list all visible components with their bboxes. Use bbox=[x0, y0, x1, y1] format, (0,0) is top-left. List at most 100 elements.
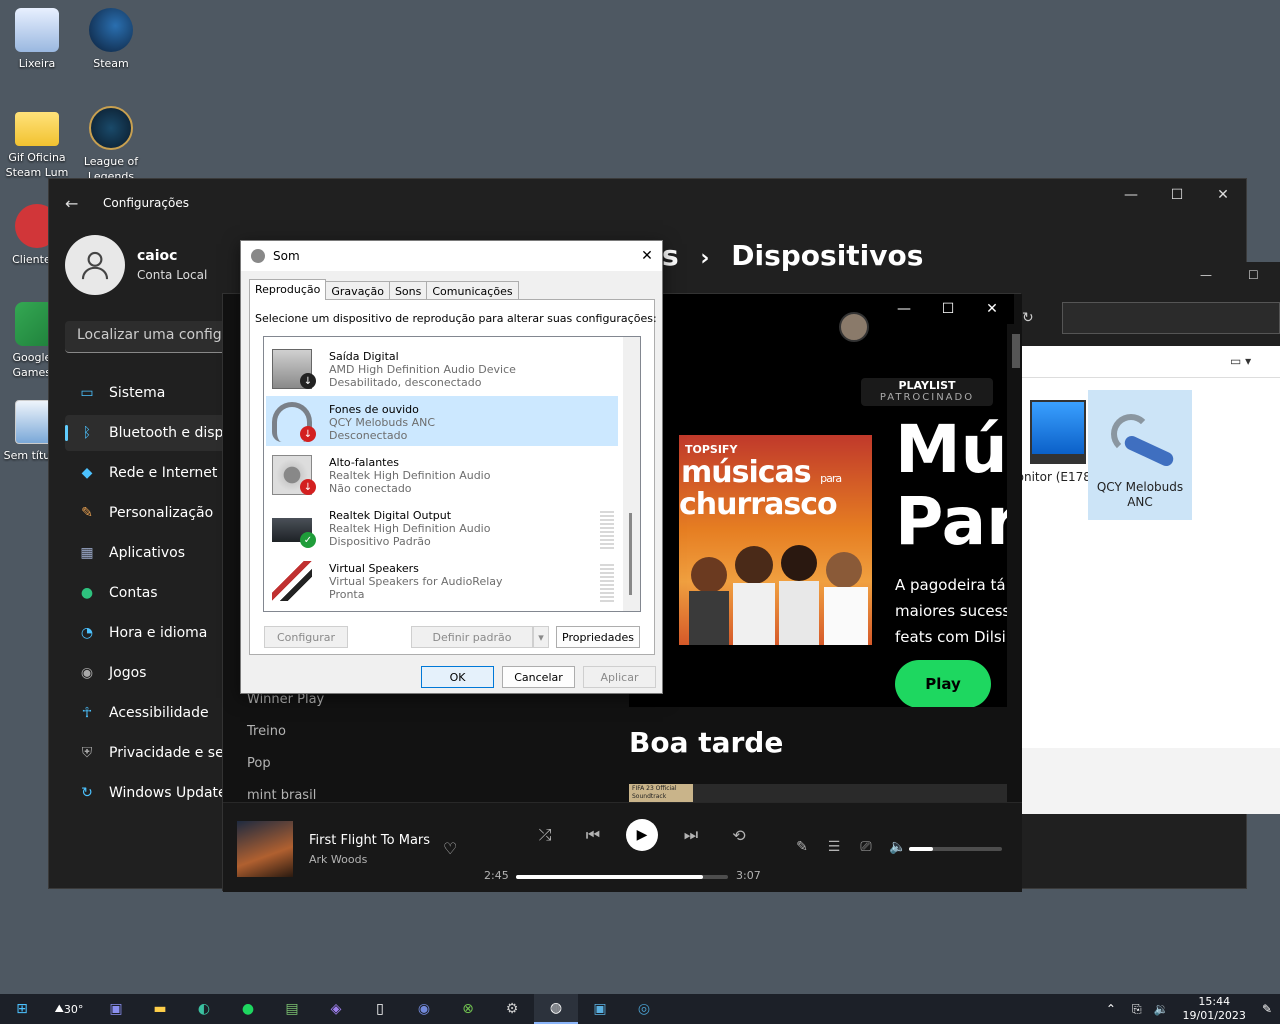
xbox-icon[interactable]: ⊗ bbox=[446, 994, 490, 1024]
league-of-legends-icon bbox=[89, 106, 133, 150]
mic-icon[interactable]: ✎ bbox=[786, 839, 818, 855]
heart-icon[interactable]: ♡ bbox=[443, 839, 457, 858]
tab-reproducao[interactable]: Reprodução bbox=[249, 279, 327, 300]
network-globe-icon[interactable]: ◎ bbox=[622, 994, 666, 1024]
back-arrow-icon[interactable]: ← bbox=[65, 194, 85, 213]
avatar[interactable] bbox=[839, 312, 869, 342]
view-icon[interactable]: ▭ ▾ bbox=[1230, 354, 1251, 368]
list-item[interactable]: ✓ Realtek Digital Output Realtek High De… bbox=[266, 502, 618, 552]
globe-clock-icon: ◔ bbox=[80, 625, 94, 641]
taskbar: ⊞ ⛰ 30° ▣ ▬ ◐ ● ▤ ◈ ▯ ◉ ⊗ ⚙ ◍ ▣ ◎ ⌃ ⎘ 🔉 1… bbox=[0, 994, 1280, 1024]
apply-button[interactable]: Aplicar bbox=[583, 666, 656, 688]
explorer-content: Monitor (E178FP) QCY Melobuds ANC bbox=[1006, 378, 1280, 748]
minimize-icon[interactable]: — bbox=[882, 294, 926, 324]
monitor-icon: ▭ bbox=[80, 385, 94, 401]
sound-app-icon[interactable]: ◍ bbox=[534, 994, 578, 1024]
previous-icon[interactable]: ⏮ bbox=[578, 825, 608, 845]
document-icon[interactable]: ▯ bbox=[358, 994, 402, 1024]
down-arrow-icon: ↓ bbox=[300, 373, 316, 389]
cancel-button[interactable]: Cancelar bbox=[502, 666, 575, 688]
progress-bar[interactable] bbox=[516, 875, 728, 879]
windows-start-icon[interactable]: ⊞ bbox=[0, 994, 44, 1024]
scrollbar[interactable] bbox=[623, 337, 640, 611]
file-explorer-icon[interactable]: ▬ bbox=[138, 994, 182, 1024]
settings-titlebar: ← Configurações bbox=[49, 179, 1246, 227]
weather-widget[interactable]: ⛰ 30° bbox=[44, 994, 94, 1024]
connect-device-icon[interactable]: ⎚ bbox=[850, 839, 882, 855]
spotify-icon[interactable]: ● bbox=[226, 994, 270, 1024]
chevron-down-icon[interactable]: ▾ bbox=[533, 626, 549, 648]
photos-icon[interactable]: ▤ bbox=[270, 994, 314, 1024]
shuffle-icon[interactable]: ⤮ bbox=[530, 825, 560, 845]
bluetooth-icon: ᛒ bbox=[82, 425, 92, 441]
volume-icon[interactable]: 🔉 bbox=[1154, 1002, 1169, 1016]
set-default-button[interactable]: Definir padrão bbox=[411, 626, 533, 648]
address-input[interactable] bbox=[1062, 302, 1280, 334]
playlist-cover[interactable]: TOPSIFY músicas para churrasco bbox=[679, 435, 872, 645]
app-icon[interactable]: ◈ bbox=[314, 994, 358, 1024]
network-icon[interactable]: ⎘ bbox=[1132, 1002, 1142, 1017]
tab-gravacao[interactable]: Gravação bbox=[325, 281, 390, 300]
person-icon bbox=[81, 251, 109, 280]
tab-sons[interactable]: Sons bbox=[388, 281, 428, 300]
audio-cable-icon bbox=[272, 561, 312, 601]
recent-card[interactable]: FIFA 23 Official Soundtrack bbox=[629, 784, 1007, 802]
play-button[interactable]: Play bbox=[895, 660, 991, 707]
monitor-icon bbox=[1030, 400, 1086, 464]
desktop-icon-recycle-bin[interactable]: Lixeira bbox=[1, 8, 73, 86]
queue-icon[interactable]: ☰ bbox=[818, 839, 850, 855]
teams-icon[interactable]: ▣ bbox=[94, 994, 138, 1024]
maximize-icon[interactable]: ☐ bbox=[1248, 268, 1259, 282]
list-item[interactable]: ↓ Fones de ouvido QCY Melobuds ANC Desco… bbox=[266, 396, 618, 446]
settings-title: Configurações bbox=[103, 196, 189, 210]
repeat-icon[interactable]: ⟲ bbox=[724, 826, 754, 845]
check-icon: ✓ bbox=[300, 532, 316, 548]
close-icon[interactable]: ✕ bbox=[1200, 179, 1246, 211]
minimize-icon[interactable]: — bbox=[1108, 179, 1154, 211]
playlist-title: Mús Para bbox=[895, 411, 1007, 560]
minimize-icon[interactable]: — bbox=[1200, 268, 1212, 282]
brush-icon: ✎ bbox=[81, 505, 93, 521]
desktop-icon-folder[interactable]: Gif Oficina Steam Lum bbox=[1, 106, 73, 180]
refresh-icon[interactable]: ↻ bbox=[1022, 302, 1044, 334]
properties-button[interactable]: Propriedades bbox=[556, 626, 640, 648]
chevron-up-icon[interactable]: ⌃ bbox=[1106, 1002, 1116, 1016]
desktop-icon-league-of-legends[interactable]: League of Legends bbox=[75, 106, 147, 184]
next-icon[interactable]: ⏭ bbox=[676, 825, 706, 845]
configure-button[interactable]: Configurar bbox=[264, 626, 348, 648]
settings-gear-icon[interactable]: ⚙ bbox=[490, 994, 534, 1024]
close-icon[interactable]: ✕ bbox=[970, 294, 1014, 324]
playlist-item[interactable]: Pop bbox=[247, 748, 324, 780]
progress-fill bbox=[516, 875, 703, 879]
song-title[interactable]: First Flight To Mars bbox=[309, 833, 430, 848]
user-profile[interactable]: caioc Conta Local bbox=[65, 235, 207, 295]
artist-name[interactable]: Ark Woods bbox=[309, 853, 367, 866]
notification-icon[interactable]: ✎ bbox=[1262, 1002, 1272, 1016]
list-item[interactable]: ↓ Saída Digital AMD High Definition Audi… bbox=[266, 343, 618, 393]
list-item[interactable]: Virtual Speakers Virtual Speakers for Au… bbox=[266, 555, 618, 605]
device-tile-qcy[interactable]: QCY Melobuds ANC bbox=[1088, 390, 1192, 520]
close-icon[interactable]: ✕ bbox=[632, 241, 662, 271]
spotify-banner: PLAYLIST PATROCINADO TOPSIFY músicas par… bbox=[629, 294, 1007, 707]
maximize-icon[interactable]: ☐ bbox=[926, 294, 970, 324]
maximize-icon[interactable]: ☐ bbox=[1154, 179, 1200, 211]
card-thumb: FIFA 23 Official Soundtrack bbox=[629, 784, 693, 802]
remote-desktop-icon[interactable]: ▣ bbox=[578, 994, 622, 1024]
edge-icon[interactable]: ◐ bbox=[182, 994, 226, 1024]
tab-comunicacoes[interactable]: Comunicações bbox=[426, 281, 519, 300]
wifi-icon: ◆ bbox=[81, 465, 93, 481]
list-item[interactable]: ↓ Alto-falantes Realtek High Definition … bbox=[266, 449, 618, 499]
discord-icon[interactable]: ◉ bbox=[402, 994, 446, 1024]
clock[interactable]: 15:44 19/01/2023 bbox=[1183, 995, 1246, 1023]
playlist-item[interactable]: Treino bbox=[247, 716, 324, 748]
player-extra-controls: ✎ ☰ ⎚ 🔈 bbox=[786, 839, 914, 855]
time-total: 3:07 bbox=[736, 869, 761, 882]
album-art[interactable] bbox=[237, 821, 293, 877]
cover-people-image bbox=[689, 545, 868, 645]
desktop-icon-steam[interactable]: Steam bbox=[75, 8, 147, 86]
ok-button[interactable]: OK bbox=[421, 666, 494, 688]
play-pause-icon[interactable]: ▶ bbox=[626, 819, 658, 851]
volume-slider[interactable] bbox=[909, 847, 1002, 851]
scrollbar[interactable] bbox=[1012, 334, 1020, 368]
update-icon: ↻ bbox=[81, 785, 93, 801]
